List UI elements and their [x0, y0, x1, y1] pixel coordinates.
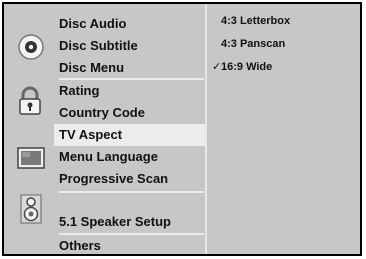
option-label: 4:3 Panscan [221, 38, 286, 50]
option-16-9-wide[interactable]: ✓ 16:9 Wide [212, 60, 273, 74]
menu-item-progressive-scan[interactable]: Progressive Scan [59, 168, 204, 190]
disc-icon [18, 34, 44, 60]
option-4-3-letterbox[interactable]: 4:3 Letterbox [221, 14, 290, 28]
settings-menu-frame: Disc Audio Disc Subtitle Disc Menu Ratin… [2, 2, 362, 256]
option-label: 4:3 Letterbox [221, 15, 291, 27]
menu-item-speaker-setup[interactable]: 5.1 Speaker Setup [59, 211, 204, 233]
speaker-icon [19, 194, 43, 224]
settings-categories-panel: Disc Audio Disc Subtitle Disc Menu Ratin… [4, 4, 207, 257]
menu-item-tv-aspect[interactable]: TV Aspect [54, 124, 207, 146]
menu-item-rating[interactable]: Rating [59, 80, 204, 102]
menu-item-disc-audio[interactable]: Disc Audio [59, 13, 204, 35]
group-divider [59, 191, 204, 193]
option-4-3-panscan[interactable]: 4:3 Panscan [221, 37, 285, 51]
menu-item-country-code[interactable]: Country Code [59, 102, 204, 124]
checkmark-icon: ✓ [212, 61, 222, 73]
menu-item-disc-menu[interactable]: Disc Menu [59, 57, 204, 79]
tv-aspect-options-panel: 4:3 Letterbox 4:3 Panscan ✓ 16:9 Wide [207, 4, 360, 254]
menu-item-others[interactable]: Others [59, 235, 204, 257]
menu-item-menu-language[interactable]: Menu Language [59, 146, 204, 168]
option-label: 16:9 Wide [221, 61, 273, 73]
menu-item-disc-subtitle[interactable]: Disc Subtitle [59, 35, 204, 57]
lock-icon [17, 86, 43, 116]
screen-icon [17, 147, 45, 169]
